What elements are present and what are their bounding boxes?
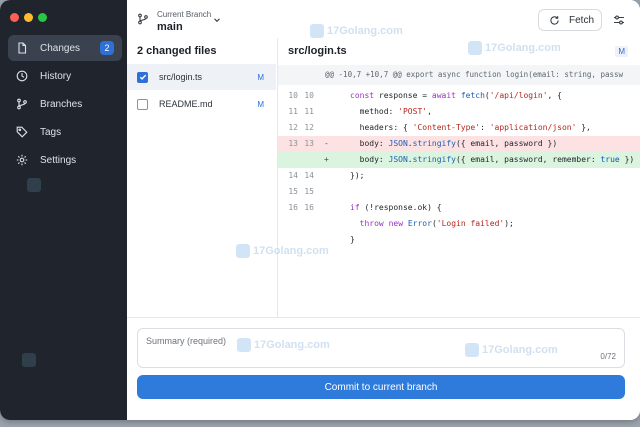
zoom-window-button[interactable] [38, 13, 47, 22]
branch-icon [138, 13, 148, 25]
file-name: README.md [159, 99, 213, 109]
sidebar: Changes 2 History Branches Tags Settings [0, 0, 127, 420]
refresh-icon [550, 15, 559, 25]
code-text: headers: { 'Content-Type': 'application/… [350, 123, 591, 132]
diff-panel: src/login.ts M 17Golang.com @@ -10,7 +10… [236, 38, 640, 317]
diff-line[interactable]: 10 10 const response = await fetch('/api/l… [278, 88, 640, 104]
check-icon [139, 74, 146, 80]
new-line-number: 10 [304, 91, 314, 100]
sidebar-item-label: Tags [40, 126, 62, 138]
file-row[interactable]: src/login.ts M [127, 64, 276, 90]
diff-line[interactable]: 14 14}); [278, 168, 640, 184]
code-text: const response = await fetch('/api/login… [350, 91, 562, 100]
code-text: }); [350, 171, 365, 180]
changes-count-badge: 2 [100, 41, 114, 55]
chevron-down-icon [214, 18, 220, 23]
old-line-number: 13 [288, 139, 298, 148]
diff-line[interactable]: 15 15 [278, 184, 640, 200]
fetch-button[interactable]: Fetch [538, 9, 602, 31]
old-line-number: 12 [288, 123, 298, 132]
summary-placeholder: Summary (required) [146, 336, 227, 346]
commit-area: Summary (required) 0/72 17Golang.com 17G… [127, 317, 640, 420]
code-text: throw new Error('Login failed'); [359, 219, 514, 228]
file-name: src/login.ts [159, 72, 203, 82]
old-line-number: 16 [288, 203, 298, 212]
file-include-checkbox[interactable] [137, 98, 148, 110]
sidebar-item-branches[interactable]: Branches [8, 91, 122, 117]
sidebar-item-history[interactable]: History [8, 63, 122, 89]
new-line-number: 13 [304, 139, 314, 148]
file-icon [16, 42, 28, 54]
diff-line[interactable]: } [278, 232, 640, 248]
branch-caption: Current Branch [157, 10, 212, 19]
code-text: } [350, 235, 355, 244]
sidebar-item-label: Changes [40, 42, 81, 54]
clock-icon [16, 70, 28, 82]
diff-line-added[interactable]: + body: JSON.stringify({ email, password… [278, 152, 640, 168]
file-row[interactable]: README.md M [127, 91, 276, 117]
file-status-badge: M [257, 99, 264, 109]
new-line-number: 14 [304, 171, 314, 180]
sliders-icon[interactable] [613, 14, 625, 26]
diff-marker: - [324, 139, 329, 148]
minimize-window-button[interactable] [24, 13, 33, 22]
old-line-number: 15 [288, 187, 298, 196]
gear-icon [16, 154, 28, 166]
new-line-number: 11 [304, 107, 314, 116]
old-line-number: 14 [288, 171, 298, 180]
watermark: 17Golang.com [310, 24, 403, 38]
diff-line[interactable]: 12 12 headers: { 'Content-Type': 'applica… [278, 120, 640, 136]
diff-file-title: src/login.ts [288, 45, 347, 57]
file-include-checkbox[interactable] [137, 71, 148, 83]
summary-input[interactable]: Summary (required) 0/72 [137, 328, 625, 368]
toolbar: Current Branch main 17Golang.com Fetch [127, 0, 640, 39]
old-line-number: 10 [288, 91, 298, 100]
sidebar-item-label: Branches [40, 98, 83, 110]
commit-button[interactable]: Commit to current branch [137, 375, 625, 399]
sidebar-item-label: History [40, 70, 72, 82]
sidebar-item-settings[interactable]: Settings [8, 147, 122, 173]
branch-name: main [157, 21, 183, 33]
diff-line[interactable]: 11 11 method: 'POST', [278, 104, 640, 120]
diff-status-badge: M [615, 46, 628, 57]
diff-hunk-header: @@ -10,7 +10,7 @@ export async function … [278, 65, 640, 85]
diff-line[interactable]: 16 16 if (!response.ok) { [278, 200, 640, 216]
branch-icon [16, 98, 28, 110]
file-status-badge: M [257, 72, 264, 82]
code-text: if (!response.ok) { [350, 203, 442, 212]
new-line-number: 15 [304, 187, 314, 196]
changed-files-panel: 2 changed files src/login.ts M README.md… [127, 38, 278, 317]
app-window: Changes 2 History Branches Tags Settings… [0, 0, 640, 420]
summary-char-count: 0/72 [600, 352, 616, 361]
changed-files-header: 2 changed files [137, 45, 217, 57]
sidebar-item-tags[interactable]: Tags [8, 119, 122, 145]
sidebar-item-label: Settings [40, 154, 77, 166]
watermark: 17Golang.com [468, 41, 561, 55]
tag-icon [16, 126, 28, 138]
code-text: method: 'POST', [350, 107, 432, 116]
new-line-number: 12 [304, 123, 314, 132]
code-text: body: JSON.stringify({ email, password, … [350, 155, 635, 164]
diff-line-deleted[interactable]: 13 13 - body: JSON.stringify({ email, pass… [278, 136, 640, 152]
code-text: body: JSON.stringify({ email, password }… [350, 139, 558, 148]
diff-marker: + [324, 155, 329, 164]
diff-line[interactable]: throw new Error('Login failed'); [278, 216, 640, 232]
sidebar-item-changes[interactable]: Changes 2 [8, 35, 122, 61]
new-line-number: 16 [304, 203, 314, 212]
fetch-label: Fetch [569, 14, 595, 26]
watermark-logo [27, 178, 44, 192]
watermark-logo [22, 353, 39, 367]
close-window-button[interactable] [10, 13, 19, 22]
old-line-number: 11 [288, 107, 298, 116]
